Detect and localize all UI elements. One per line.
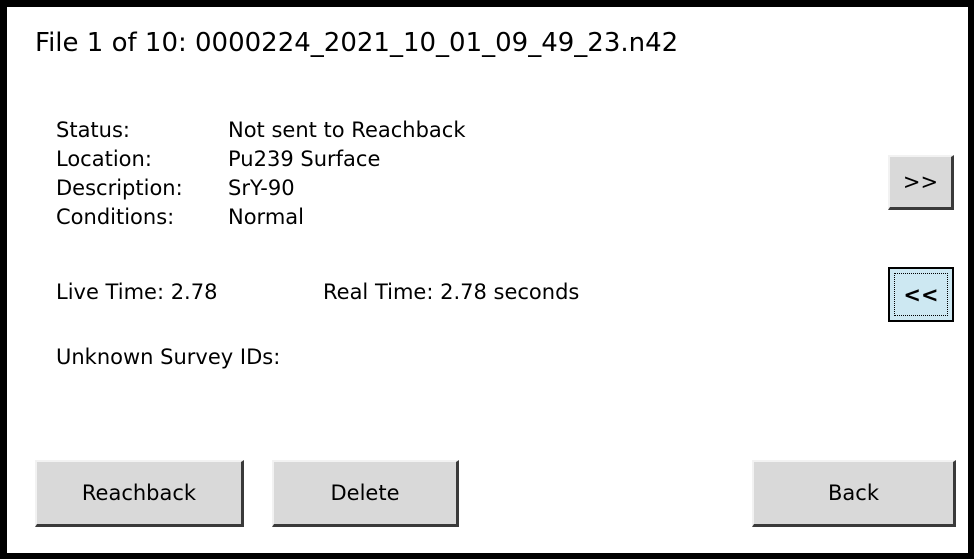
reachback-button[interactable]: Reachback [35, 460, 244, 527]
reachback-button-label: Reachback [81, 481, 197, 505]
file-title: File 1 of 10: 0000224_2021_10_01_09_49_2… [35, 28, 679, 58]
unknown-survey-ids-label: Unknown Survey IDs: [56, 345, 281, 369]
live-time-text: Live Time: 2.78 [56, 280, 218, 304]
back-button-label: Back [828, 481, 879, 505]
previous-file-button[interactable]: << [888, 267, 954, 322]
back-button[interactable]: Back [752, 460, 956, 527]
conditions-value: Normal [228, 205, 304, 229]
details-block: Status: Not sent to Reachback Location: … [0, 116, 700, 240]
location-value: Pu239 Surface [228, 147, 381, 171]
real-time-text: Real Time: 2.78 seconds [323, 280, 580, 304]
next-file-button[interactable]: >> [888, 155, 954, 210]
status-label: Status: [56, 118, 130, 142]
previous-arrow-icon: << [894, 273, 948, 316]
next-arrow-icon: >> [902, 170, 939, 194]
description-label: Description: [56, 176, 183, 200]
conditions-label: Conditions: [56, 205, 175, 229]
status-value: Not sent to Reachback [228, 118, 466, 142]
delete-button-label: Delete [330, 481, 400, 505]
delete-button[interactable]: Delete [272, 460, 459, 527]
location-label: Location: [56, 147, 152, 171]
description-value: SrY-90 [228, 176, 295, 200]
